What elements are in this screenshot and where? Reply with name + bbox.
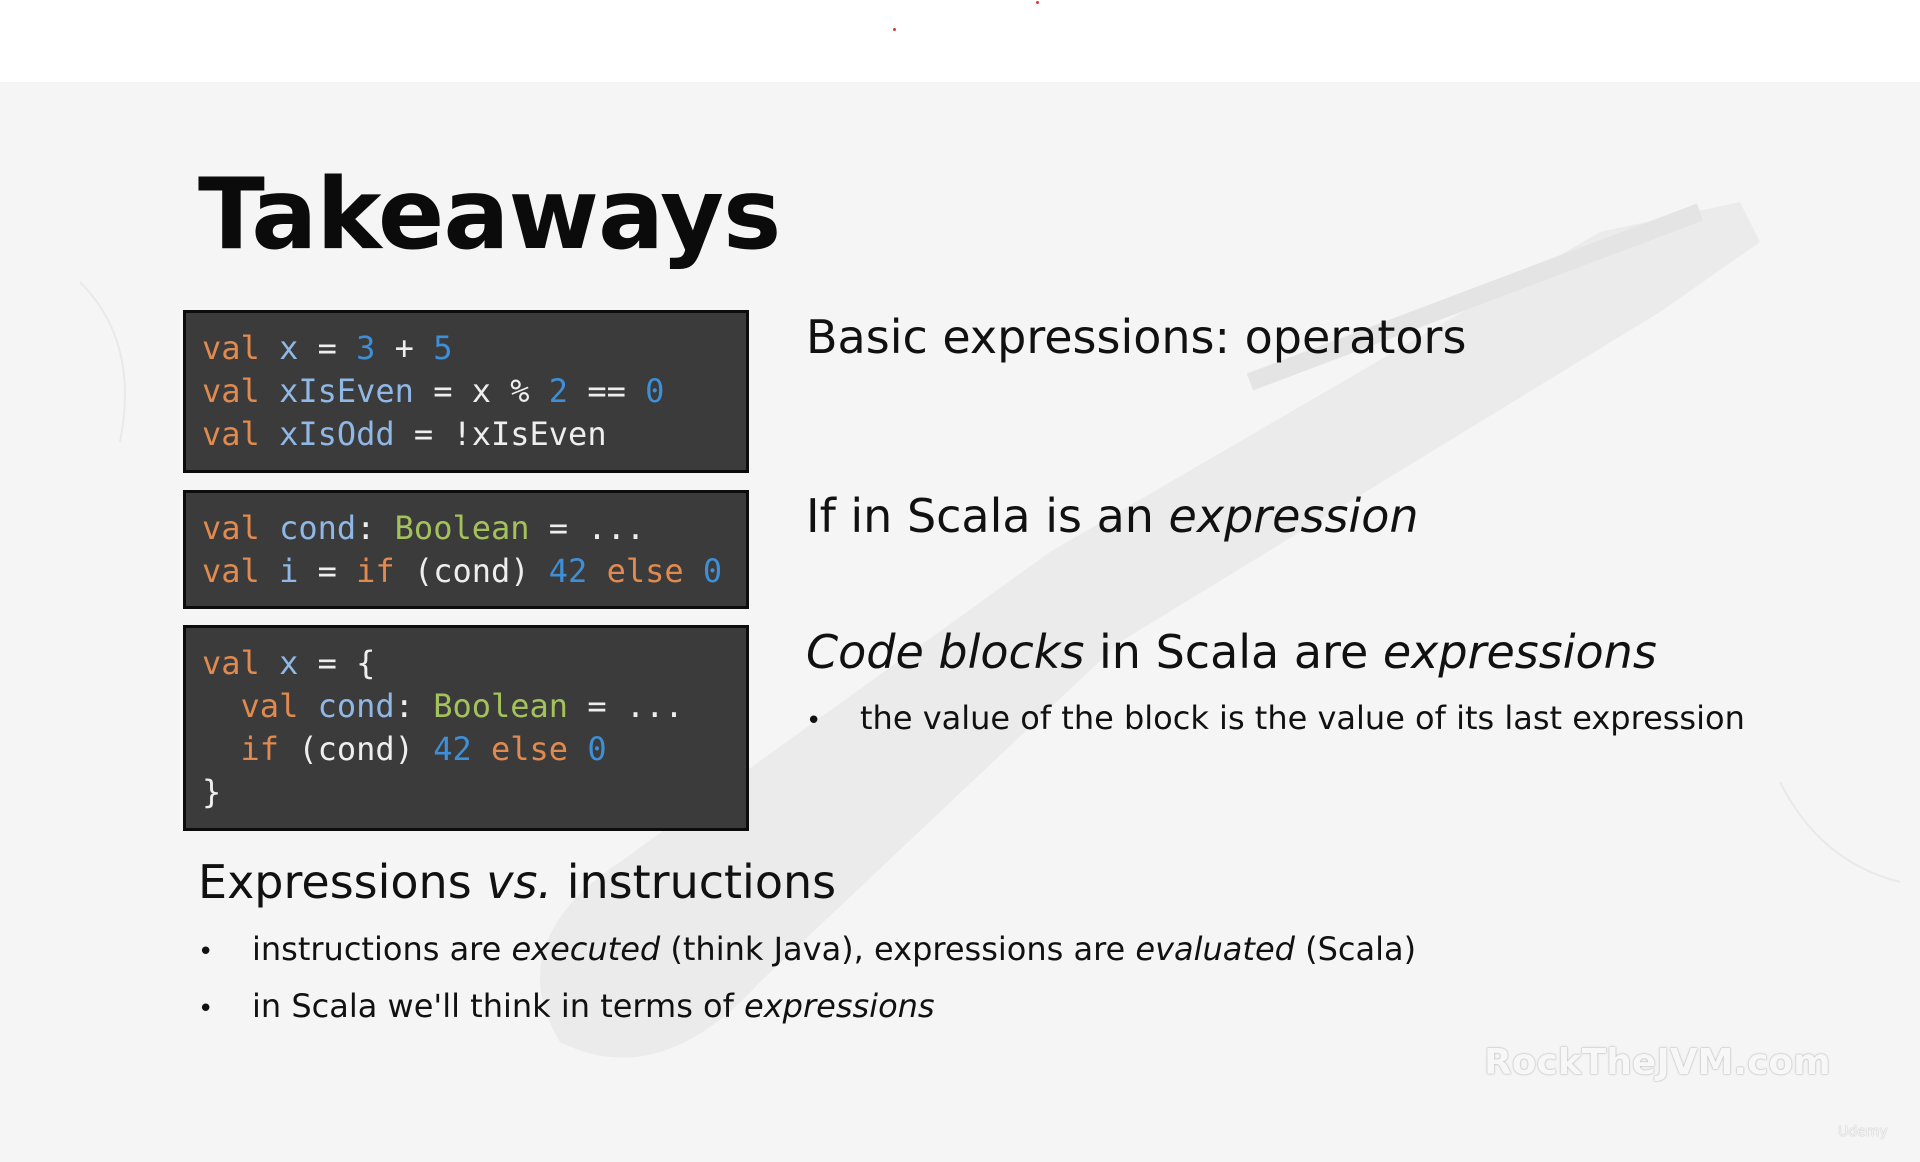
code-line: val cond: Boolean = ...: [202, 507, 734, 550]
code-token: xIsEven: [279, 372, 414, 410]
bullet-marker: •: [806, 706, 822, 736]
code-line: val x = 3 + 5: [202, 327, 734, 370]
red-dot: [1036, 1, 1039, 4]
code-token: = x %: [413, 372, 549, 410]
code-token: 3: [356, 329, 376, 367]
code-token: val: [202, 415, 280, 453]
code-token: 0: [645, 372, 665, 410]
slide: Takeaways val x = 3 + 5 val xIsEven = x %…: [0, 82, 1920, 1162]
heading-code-blocks: Code blocks in Scala are expressions: [806, 625, 1657, 679]
code-block-code-blocks: val x = { val cond: Boolean = ... if (co…: [183, 625, 749, 831]
code-token: (cond): [279, 730, 434, 768]
udemy-logo: Udemy: [1838, 1124, 1888, 1140]
code-block-operators: val x = 3 + 5 val xIsEven = x % 2 == 0 val…: [183, 310, 749, 473]
heading-expressions-vs-instructions: Expressions vs. instructions: [198, 855, 837, 909]
code-token: x: [279, 329, 299, 367]
code-token: (cond): [394, 552, 549, 590]
code-token: val: [202, 372, 280, 410]
code-block-if-expression: val cond: Boolean = ... val i = if (cond)…: [183, 490, 749, 609]
code-token: = ...: [568, 687, 684, 725]
rockthejvm-watermark: RockTheJVM.com: [1484, 1042, 1831, 1083]
code-token: val: [202, 687, 318, 725]
code-line: }: [202, 771, 734, 814]
bullet-think-in-expressions: in Scala we'll think in terms of express…: [252, 987, 935, 1025]
code-token: i: [279, 552, 299, 590]
code-token: 42: [433, 730, 472, 768]
code-token: =: [298, 329, 357, 367]
code-token: cond: [317, 687, 395, 725]
bullet-marker: •: [198, 994, 214, 1024]
code-token: else: [471, 730, 588, 768]
code-token: =: [298, 552, 357, 590]
code-token: :: [356, 509, 395, 547]
code-token: val: [202, 329, 280, 367]
bullet-marker: •: [198, 937, 214, 967]
code-token: 0: [587, 730, 607, 768]
code-line: if (cond) 42 else 0: [202, 728, 734, 771]
code-token: xIsOdd: [279, 415, 395, 453]
code-line: val cond: Boolean = ...: [202, 685, 734, 728]
code-token: = {: [298, 644, 376, 682]
code-token: = !xIsEven: [394, 415, 607, 453]
code-token: val: [202, 644, 280, 682]
code-token: else: [587, 552, 703, 590]
code-token: val: [202, 552, 280, 590]
slide-title: Takeaways: [198, 158, 781, 272]
code-token: 42: [548, 552, 588, 590]
code-token: cond: [279, 509, 357, 547]
code-token: Boolean: [394, 509, 530, 547]
code-token: 5: [433, 329, 453, 367]
code-token: +: [375, 329, 434, 367]
code-token: 0: [702, 552, 723, 590]
code-token: }: [202, 773, 222, 811]
code-token: = ...: [529, 509, 646, 547]
heading-if-expression: If in Scala is an expression: [806, 489, 1419, 543]
code-token: :: [394, 687, 434, 725]
red-dot: [893, 28, 896, 31]
code-token: if: [356, 552, 395, 590]
bullet-executed-evaluated: instructions are executed (think Java), …: [252, 930, 1417, 968]
heading-basic-expressions: Basic expressions: operators: [806, 310, 1467, 364]
code-token: val: [202, 509, 280, 547]
code-token: x: [279, 644, 299, 682]
code-token: ==: [568, 372, 646, 410]
code-line: val i = if (cond) 42 else 0: [202, 550, 734, 593]
code-token: Boolean: [433, 687, 569, 725]
code-line: val xIsEven = x % 2 == 0: [202, 370, 734, 413]
video-top-bar: [0, 0, 1920, 82]
code-line: val x = {: [202, 642, 734, 685]
code-line: val xIsOdd = !xIsEven: [202, 413, 734, 456]
code-token: if: [202, 730, 280, 768]
code-token: 2: [548, 372, 569, 410]
bullet-block-value: the value of the block is the value of i…: [860, 699, 1745, 737]
